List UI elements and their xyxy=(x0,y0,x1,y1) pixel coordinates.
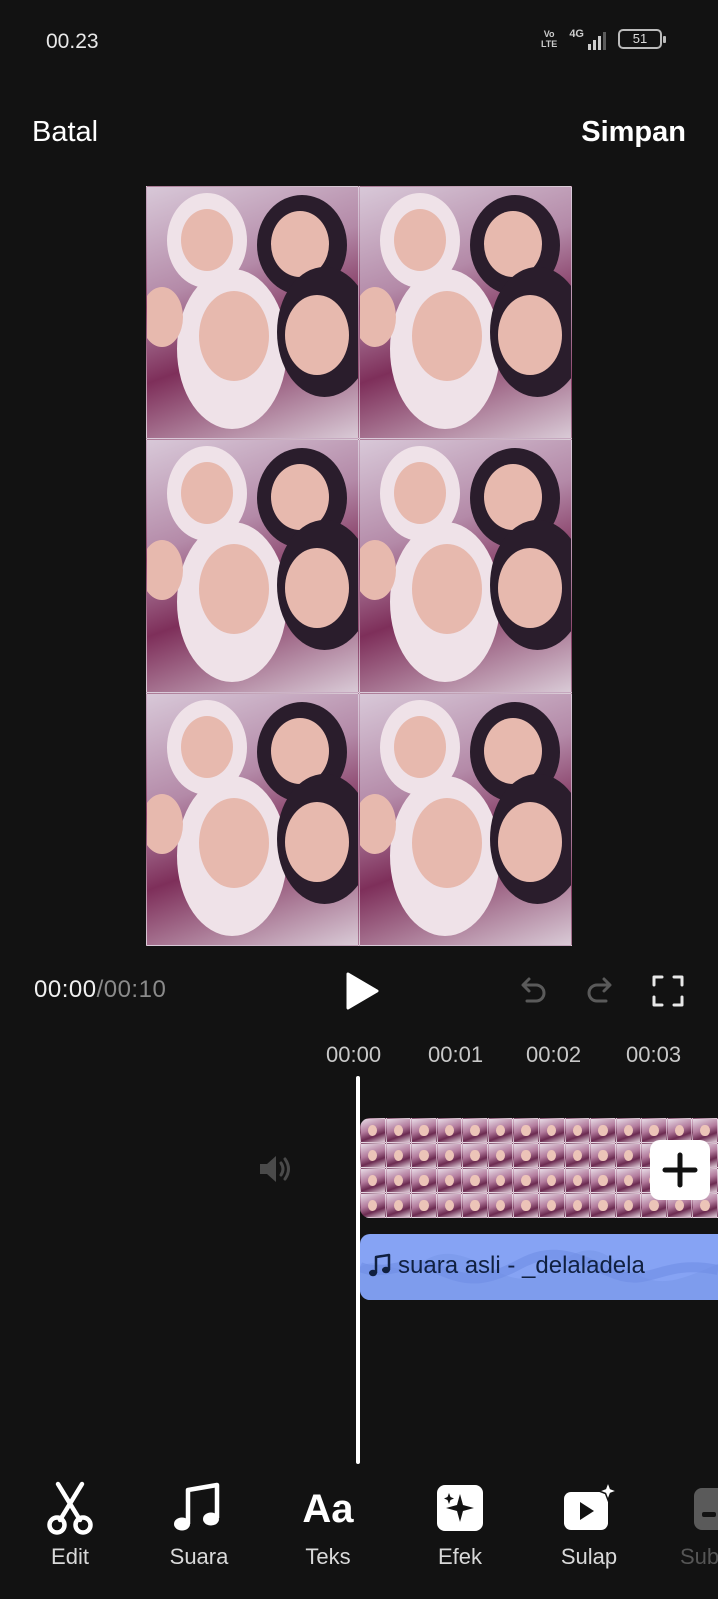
clip-thumbnail xyxy=(538,1143,565,1168)
toolbar-efek-label: Efek xyxy=(437,1544,483,1569)
ruler-label-1: 00:01 xyxy=(428,1042,484,1067)
preview-tile xyxy=(146,186,359,440)
clip-thumbnail xyxy=(385,1193,412,1218)
signal-icon: 4G xyxy=(569,28,606,50)
toolbar-teks-label: Teks xyxy=(305,1544,351,1569)
battery-icon: 51 xyxy=(618,29,666,49)
scissors-icon xyxy=(47,1481,93,1535)
add-clip-button[interactable] xyxy=(650,1140,710,1200)
clip-thumbnail xyxy=(590,1118,616,1143)
sparkle-icon xyxy=(437,1485,483,1531)
save-button[interactable]: Simpan xyxy=(581,116,686,149)
clip-thumbnail xyxy=(590,1168,616,1193)
toolbar-efek[interactable]: Efek xyxy=(405,1480,515,1570)
clip-thumbnail xyxy=(590,1193,616,1218)
clip-thumbnail xyxy=(564,1168,591,1193)
clip-thumbnail xyxy=(462,1118,488,1143)
clip-thumbnail xyxy=(615,1193,642,1218)
clip-thumbnail xyxy=(564,1143,591,1168)
music-note-icon xyxy=(369,1253,391,1277)
speaker-icon[interactable] xyxy=(256,1150,294,1188)
subtitle-icon xyxy=(694,1488,718,1530)
ruler-label-0: 00:00 xyxy=(326,1042,382,1067)
preview-tile xyxy=(146,692,359,946)
clip-thumbnail xyxy=(411,1168,437,1193)
clip-thumbnail xyxy=(513,1143,539,1168)
video-preview[interactable] xyxy=(146,186,572,946)
status-time: 00.23 xyxy=(46,30,99,53)
status-bar: 00.23 Vo LTE 4G 51 xyxy=(0,0,718,80)
play-icon[interactable] xyxy=(344,971,380,1011)
clip-thumbnail xyxy=(615,1143,642,1168)
clip-thumbnail xyxy=(615,1118,642,1143)
clip-thumbnail xyxy=(487,1168,514,1193)
volte-icon: Vo LTE xyxy=(540,29,558,49)
preview-tile xyxy=(359,439,572,693)
clip-thumbnail xyxy=(564,1193,591,1218)
svg-text:Aa: Aa xyxy=(302,1487,354,1531)
clip-thumbnail xyxy=(411,1193,437,1218)
preview-tile xyxy=(146,439,359,693)
toolbar-sub-label: Sub xyxy=(680,1544,718,1569)
clip-thumbnail xyxy=(360,1193,386,1218)
clip-thumbnail xyxy=(538,1193,565,1218)
clip-thumbnail xyxy=(411,1118,437,1143)
clip-thumbnail xyxy=(615,1168,642,1193)
clip-thumbnail xyxy=(590,1143,616,1168)
clip-thumbnail xyxy=(487,1193,514,1218)
toolbar-sub[interactable]: Sub xyxy=(650,1480,718,1570)
redo-icon[interactable] xyxy=(584,974,618,1008)
clip-thumbnail xyxy=(436,1143,463,1168)
clip-thumbnail xyxy=(487,1143,514,1168)
clip-thumbnail xyxy=(487,1118,514,1143)
audio-track-name: suara asli - _delaladela xyxy=(398,1252,645,1279)
toolbar-teks[interactable]: Aa Teks xyxy=(273,1480,383,1570)
current-time: 00:00 xyxy=(34,976,97,1003)
clip-thumbnail xyxy=(436,1168,463,1193)
preview-tile xyxy=(359,692,572,946)
clip-thumbnail xyxy=(462,1193,488,1218)
clip-thumbnail xyxy=(538,1168,565,1193)
toolbar-suara[interactable]: Suara xyxy=(144,1480,254,1570)
timecode: 00:00/00:10 xyxy=(34,976,166,1004)
clip-thumbnail xyxy=(436,1118,463,1143)
clip-thumbnail xyxy=(513,1118,539,1143)
clip-thumbnail xyxy=(513,1168,539,1193)
ruler-label-2: 00:02 xyxy=(526,1042,582,1067)
ruler-label-3: 00:03 xyxy=(626,1042,682,1067)
clip-thumbnail xyxy=(385,1118,412,1143)
clip-thumbnail xyxy=(360,1118,386,1143)
clip-thumbnail xyxy=(436,1193,463,1218)
total-time: /00:10 xyxy=(96,976,167,1003)
clip-thumbnail xyxy=(564,1118,591,1143)
status-icons: Vo LTE 4G 51 xyxy=(540,28,666,50)
undo-icon[interactable] xyxy=(515,974,549,1008)
clip-thumbnail xyxy=(360,1168,386,1193)
clip-thumbnail xyxy=(462,1168,488,1193)
audio-track-label: suara asli - _delaladela xyxy=(368,1252,645,1280)
toolbar-suara-label: Suara xyxy=(169,1544,229,1569)
clip-thumbnail xyxy=(462,1143,488,1168)
cancel-button[interactable]: Batal xyxy=(32,116,98,149)
toolbar-sulap[interactable]: Sulap xyxy=(534,1480,644,1570)
clip-thumbnail xyxy=(411,1143,437,1168)
clip-thumbnail xyxy=(538,1118,565,1143)
toolbar-edit-label: Edit xyxy=(51,1544,89,1569)
toolbar-sulap-label: Sulap xyxy=(560,1544,618,1569)
clip-thumbnail xyxy=(385,1143,412,1168)
text-icon: Aa xyxy=(302,1487,354,1531)
plus-icon xyxy=(662,1152,698,1188)
network-type: 4G xyxy=(569,28,584,40)
preview-tile xyxy=(359,186,572,440)
clip-thumbnail xyxy=(385,1168,412,1193)
music-note-icon xyxy=(174,1482,220,1531)
clip-thumbnail xyxy=(513,1193,539,1218)
magic-video-icon xyxy=(564,1480,617,1530)
playhead[interactable] xyxy=(356,1076,360,1464)
fullscreen-icon[interactable] xyxy=(651,974,685,1008)
toolbar-edit[interactable]: Edit xyxy=(15,1480,125,1570)
clip-thumbnail xyxy=(360,1143,386,1168)
